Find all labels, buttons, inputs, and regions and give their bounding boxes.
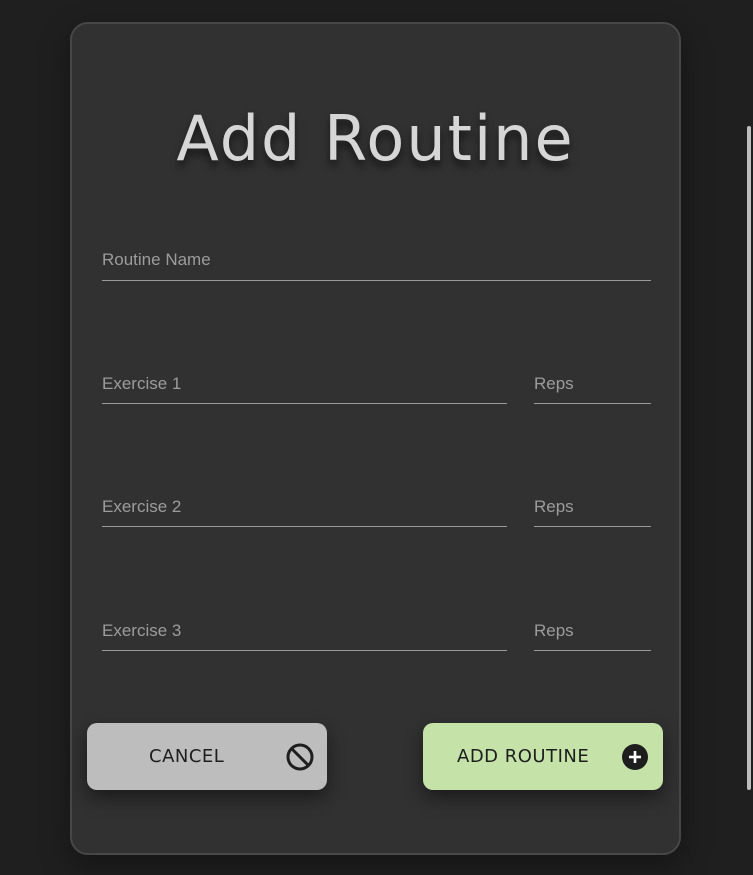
exercise-2-reps-input[interactable] <box>534 487 651 526</box>
exercise-1-reps-field <box>534 364 651 404</box>
cancel-button[interactable]: CANCEL <box>87 723 327 790</box>
exercise-1-field <box>102 364 507 404</box>
exercise-1-reps-input[interactable] <box>534 364 651 403</box>
routine-name-field <box>102 240 651 281</box>
exercise-2-input[interactable] <box>102 487 507 526</box>
exercise-3-field <box>102 611 507 651</box>
exercise-3-reps-input[interactable] <box>534 611 651 650</box>
page-title: Add Routine <box>176 102 575 175</box>
page: Add Routine CANCEL ADD ROUTINE <box>0 0 753 875</box>
scrollbar[interactable] <box>747 126 751 790</box>
exercise-2-field <box>102 487 507 527</box>
exercise-2-reps-field <box>534 487 651 527</box>
add-routine-button[interactable]: ADD ROUTINE <box>423 723 663 790</box>
block-icon <box>285 742 315 772</box>
add-routine-button-label: ADD ROUTINE <box>457 746 590 767</box>
cancel-button-label: CANCEL <box>149 746 225 767</box>
exercise-3-reps-field <box>534 611 651 651</box>
exercise-1-input[interactable] <box>102 364 507 403</box>
exercise-3-input[interactable] <box>102 611 507 650</box>
routine-name-input[interactable] <box>102 240 651 280</box>
add-circle-icon <box>621 743 649 771</box>
